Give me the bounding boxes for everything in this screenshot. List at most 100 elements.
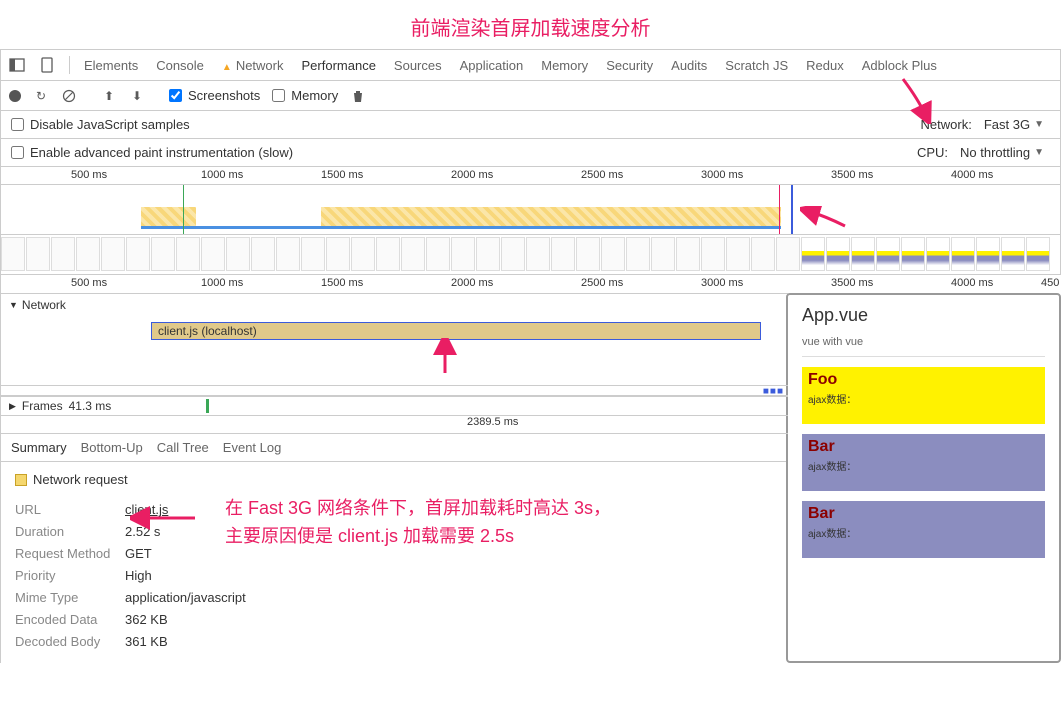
filmstrip-frame[interactable] bbox=[426, 237, 450, 271]
overview-network-line bbox=[141, 226, 781, 229]
detail-tab-summary[interactable]: Summary bbox=[11, 440, 67, 455]
filmstrip-frame[interactable] bbox=[776, 237, 800, 271]
garbage-collect-icon[interactable] bbox=[350, 88, 366, 104]
network-lane[interactable]: client.js (localhost) bbox=[1, 316, 788, 386]
preview-subtitle: vue with vue bbox=[802, 336, 1045, 357]
filmstrip-frame[interactable] bbox=[476, 237, 500, 271]
ruler-tick: 1500 ms bbox=[321, 169, 363, 181]
filmstrip-frame[interactable] bbox=[551, 237, 575, 271]
ruler-tick: 2000 ms bbox=[451, 169, 493, 181]
filmstrip-frame[interactable] bbox=[26, 237, 50, 271]
memory-checkbox[interactable] bbox=[272, 89, 285, 102]
ruler-tick: 500 ms bbox=[71, 169, 107, 181]
preview-block: Fooajax数据： bbox=[802, 367, 1045, 424]
memory-label: Memory bbox=[291, 88, 338, 103]
detail-tab-event-log[interactable]: Event Log bbox=[223, 440, 282, 455]
tab-console[interactable]: Console bbox=[156, 54, 204, 77]
network-throttle-value: Fast 3G bbox=[984, 117, 1030, 132]
filmstrip-frame[interactable] bbox=[851, 237, 875, 271]
filmstrip-frame[interactable] bbox=[501, 237, 525, 271]
filmstrip-frame[interactable] bbox=[251, 237, 275, 271]
network-throttle-select[interactable]: Fast 3G ▼ bbox=[978, 116, 1050, 133]
filmstrip-frame[interactable] bbox=[601, 237, 625, 271]
screenshot-filmstrip[interactable] bbox=[0, 235, 1061, 275]
tab-security[interactable]: Security bbox=[606, 54, 653, 77]
filmstrip-frame[interactable] bbox=[51, 237, 75, 271]
filmstrip-frame[interactable] bbox=[301, 237, 325, 271]
tab-performance[interactable]: Performance bbox=[302, 54, 376, 77]
filmstrip-frame[interactable] bbox=[326, 237, 350, 271]
tab-memory[interactable]: Memory bbox=[541, 54, 588, 77]
filmstrip-frame[interactable] bbox=[751, 237, 775, 271]
load-profile-icon[interactable]: ⬆ bbox=[101, 88, 117, 104]
timeline-overview[interactable] bbox=[0, 185, 1061, 235]
frame-duration-label: 2389.5 ms bbox=[467, 416, 518, 428]
tab-application[interactable]: Application bbox=[460, 54, 524, 77]
device-toggle-icon[interactable] bbox=[39, 57, 55, 73]
filmstrip-frame[interactable] bbox=[1026, 237, 1050, 271]
dock-side-icon[interactable] bbox=[9, 57, 25, 73]
filmstrip-frame[interactable] bbox=[376, 237, 400, 271]
performance-options-row-1: Disable JavaScript samples Network: Fast… bbox=[0, 111, 1061, 139]
filmstrip-frame[interactable] bbox=[351, 237, 375, 271]
network-section-header[interactable]: ▼ Network bbox=[1, 294, 788, 316]
frames-label: Frames bbox=[22, 399, 63, 413]
filmstrip-frame[interactable] bbox=[176, 237, 200, 271]
ruler-tick: 3500 ms bbox=[831, 169, 873, 181]
filmstrip-frame[interactable] bbox=[101, 237, 125, 271]
performance-toolbar: ↻ ⬆ ⬇ Screenshots Memory bbox=[0, 81, 1061, 111]
filmstrip-frame[interactable] bbox=[801, 237, 825, 271]
filmstrip-frame[interactable] bbox=[276, 237, 300, 271]
filmstrip-frame[interactable] bbox=[201, 237, 225, 271]
filmstrip-frame[interactable] bbox=[726, 237, 750, 271]
filmstrip-frame[interactable] bbox=[676, 237, 700, 271]
filmstrip-frame[interactable] bbox=[926, 237, 950, 271]
filmstrip-frame[interactable] bbox=[226, 237, 250, 271]
reload-icon[interactable]: ↻ bbox=[33, 88, 49, 104]
timeline-main-ruler[interactable]: 500 ms1000 ms1500 ms2000 ms2500 ms3000 m… bbox=[0, 275, 1061, 293]
save-profile-icon[interactable]: ⬇ bbox=[129, 88, 145, 104]
tab-sources[interactable]: Sources bbox=[394, 54, 442, 77]
advanced-paint-checkbox[interactable] bbox=[11, 146, 24, 159]
frames-timeline[interactable]: 2389.5 ms bbox=[1, 416, 788, 434]
clear-icon[interactable] bbox=[61, 88, 77, 104]
filmstrip-frame[interactable] bbox=[1001, 237, 1025, 271]
screenshots-checkbox[interactable] bbox=[169, 89, 182, 102]
filmstrip-frame[interactable] bbox=[976, 237, 1000, 271]
tab-network[interactable]: Network bbox=[222, 54, 284, 77]
timeline-overview-ruler[interactable]: 500 ms1000 ms1500 ms2000 ms2500 ms3000 m… bbox=[0, 167, 1061, 185]
filmstrip-frame[interactable] bbox=[576, 237, 600, 271]
tab-adblock-plus[interactable]: Adblock Plus bbox=[862, 54, 937, 77]
tab-scratch-js[interactable]: Scratch JS bbox=[725, 54, 788, 77]
frame-marker-green bbox=[206, 399, 209, 413]
filmstrip-frame[interactable] bbox=[451, 237, 475, 271]
tab-redux[interactable]: Redux bbox=[806, 54, 844, 77]
filmstrip-frame[interactable] bbox=[526, 237, 550, 271]
triangle-right-icon: ▶ bbox=[9, 401, 16, 412]
filmstrip-frame[interactable] bbox=[1, 237, 25, 271]
filmstrip-frame[interactable] bbox=[876, 237, 900, 271]
disable-js-checkbox[interactable] bbox=[11, 118, 24, 131]
detail-tab-call-tree[interactable]: Call Tree bbox=[157, 440, 209, 455]
filmstrip-frame[interactable] bbox=[626, 237, 650, 271]
filmstrip-frame[interactable] bbox=[401, 237, 425, 271]
tab-audits[interactable]: Audits bbox=[671, 54, 707, 77]
summary-url-link[interactable]: client.js bbox=[125, 502, 168, 517]
filmstrip-frame[interactable] bbox=[901, 237, 925, 271]
filmstrip-frame[interactable] bbox=[651, 237, 675, 271]
filmstrip-frame[interactable] bbox=[151, 237, 175, 271]
filmstrip-frame[interactable] bbox=[126, 237, 150, 271]
cpu-label: CPU: bbox=[917, 145, 948, 160]
network-request-bar[interactable]: client.js (localhost) bbox=[151, 322, 761, 340]
filmstrip-frame[interactable] bbox=[951, 237, 975, 271]
detail-tab-bottom-up[interactable]: Bottom-Up bbox=[81, 440, 143, 455]
ruler-tick: 2000 ms bbox=[451, 277, 493, 289]
filmstrip-frame[interactable] bbox=[76, 237, 100, 271]
tab-elements[interactable]: Elements bbox=[84, 54, 138, 77]
record-button[interactable] bbox=[9, 90, 21, 102]
preview-title: App.vue bbox=[802, 305, 1045, 326]
filmstrip-frame[interactable] bbox=[826, 237, 850, 271]
frames-section-header[interactable]: ▶ Frames 41.3 ms bbox=[1, 396, 788, 416]
filmstrip-frame[interactable] bbox=[701, 237, 725, 271]
cpu-throttle-select[interactable]: No throttling ▼ bbox=[954, 144, 1050, 161]
